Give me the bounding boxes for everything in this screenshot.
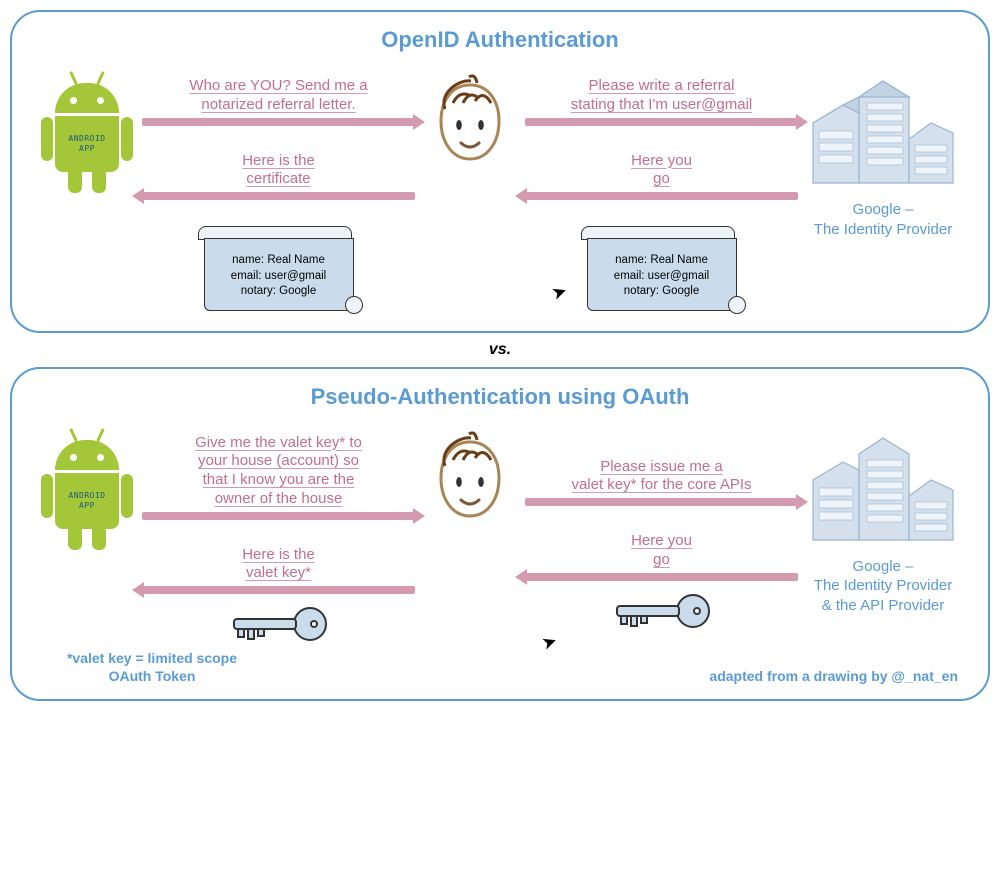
arrow-label: Who are YOU? Send me a notarized referra… [142,77,415,115]
arrow-label: Here you go [525,152,798,190]
arrow-label: Please issue me a valet key* for the cor… [525,458,798,496]
panel-openid: OpenID Authentication anDroiD app Who ar… [10,10,990,333]
buildings-icon [803,73,963,198]
arrow-label: Here is the valet key* [142,546,415,584]
arrow-left-icon [525,192,798,200]
cert-line: email: user@gmail [596,269,728,285]
arrow-right-icon [525,118,798,126]
arrow-left-icon [142,192,415,200]
panel-oauth: Pseudo-Authentication using OAuth anDroi… [10,367,990,702]
arrow-right-icon [525,498,798,506]
user-face-icon [425,430,515,535]
valet-key-icon [142,602,415,647]
cert-line: email: user@gmail [213,269,345,285]
android-label: anDroiD app [68,134,105,153]
buildings-icon [803,430,963,555]
arrow-label: Here is the certificate [142,152,415,190]
idp-label: Google – The Identity Provider [814,200,952,239]
android-label: anDroiD app [68,491,105,510]
cert-line: name: Real Name [213,253,345,269]
panel-title-oauth: Pseudo-Authentication using OAuth [32,384,968,410]
cert-line: notary: Google [596,284,728,300]
arrow-left-icon [142,586,415,594]
arrow-label: Please write a referral stating that I'm… [525,77,798,115]
arrow-right-icon [142,118,415,126]
panel-title-openid: OpenID Authentication [32,27,968,53]
arrow-left-icon [525,573,798,581]
idp-label: Google – The Identity Provider & the API… [814,557,952,616]
footnote-attribution: adapted from a drawing by @_nat_en [709,667,958,685]
android-app-icon: anDroiD app [44,430,130,560]
certificate-scroll-icon: name: Real Name email: user@gmail notary… [587,226,737,311]
arrow-right-icon [142,512,415,520]
footnote-valet-key: *valet key = limited scope OAuth Token [42,649,262,685]
android-app-icon: anDroiD app [44,73,130,203]
arrow-label: Here you go [525,532,798,570]
cert-line: notary: Google [213,284,345,300]
cert-line: name: Real Name [596,253,728,269]
valet-key-icon [525,589,798,634]
certificate-scroll-icon: name: Real Name email: user@gmail notary… [204,226,354,311]
user-face-icon [425,73,515,178]
arrow-label: Give me the valet key* to your house (ac… [142,434,415,509]
vs-label: vs. [10,341,990,359]
